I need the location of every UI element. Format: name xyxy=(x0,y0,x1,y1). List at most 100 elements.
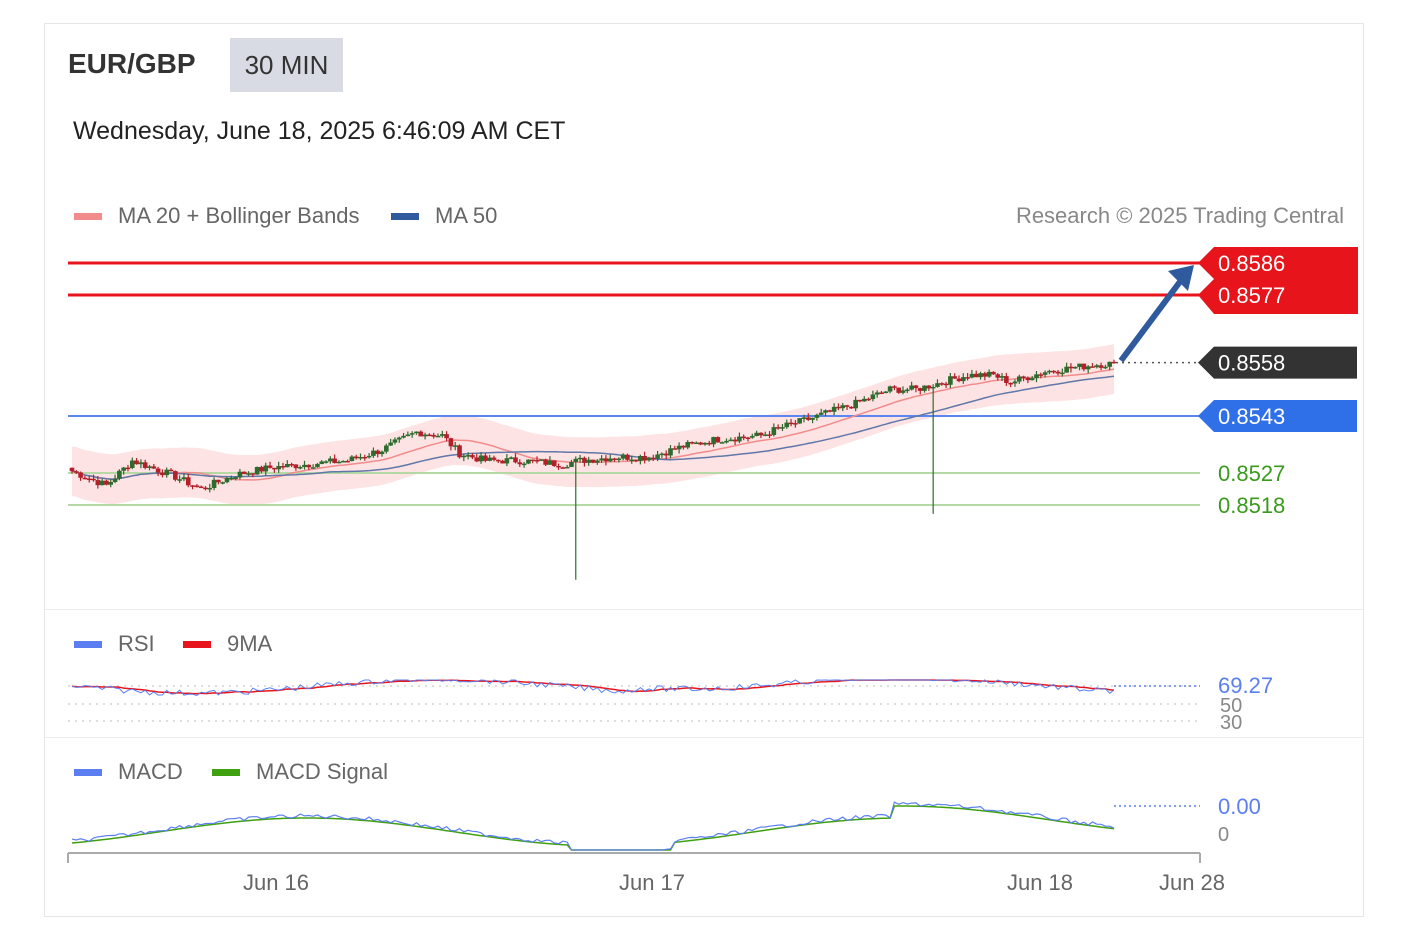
candle-body[interactable] xyxy=(315,463,320,468)
candle-body[interactable] xyxy=(694,442,699,445)
candle-body[interactable] xyxy=(1111,361,1117,364)
candle-body[interactable] xyxy=(99,480,105,486)
candle-body[interactable] xyxy=(1098,365,1104,368)
candle-body[interactable] xyxy=(448,438,454,447)
candle-body[interactable] xyxy=(401,435,406,438)
candle-body[interactable] xyxy=(233,477,238,479)
candle-body[interactable] xyxy=(366,455,372,458)
candle-body[interactable] xyxy=(332,458,337,464)
candle-body[interactable] xyxy=(470,455,475,458)
candle-body[interactable] xyxy=(793,423,798,425)
candle-body[interactable] xyxy=(866,398,871,401)
candle-body[interactable] xyxy=(530,459,536,462)
candle-body[interactable] xyxy=(745,437,751,439)
candle-body[interactable] xyxy=(1021,376,1026,378)
candle-body[interactable] xyxy=(831,406,837,412)
candle-body[interactable] xyxy=(719,442,725,444)
candle-body[interactable] xyxy=(95,480,101,486)
candle-body[interactable] xyxy=(142,462,148,468)
candle-body[interactable] xyxy=(590,459,596,463)
candle-body[interactable] xyxy=(474,457,480,462)
candle-body[interactable] xyxy=(978,373,983,378)
candle-body[interactable] xyxy=(173,471,178,480)
candle-body[interactable] xyxy=(577,457,583,460)
candle-body[interactable] xyxy=(547,460,553,465)
candle-body[interactable] xyxy=(797,418,802,424)
candle-body[interactable] xyxy=(874,392,880,395)
candle-body[interactable] xyxy=(112,478,118,482)
candle-body[interactable] xyxy=(939,383,945,385)
candle-body[interactable] xyxy=(121,467,126,471)
candle-body[interactable] xyxy=(883,391,889,394)
candle-body[interactable] xyxy=(900,390,906,393)
candle-body[interactable] xyxy=(801,417,807,419)
candle-body[interactable] xyxy=(853,399,858,409)
candle-body[interactable] xyxy=(461,455,467,458)
candle-body[interactable] xyxy=(595,460,600,463)
candle-body[interactable] xyxy=(491,457,497,460)
candle-body[interactable] xyxy=(1107,361,1112,367)
candle-body[interactable] xyxy=(905,389,910,392)
candle-body[interactable] xyxy=(280,466,286,468)
candle-body[interactable] xyxy=(465,455,471,457)
candle-body[interactable] xyxy=(771,427,777,436)
candle-body[interactable] xyxy=(810,417,815,420)
candle-body[interactable] xyxy=(207,488,213,490)
candle-body[interactable] xyxy=(1029,378,1035,381)
candle-body[interactable] xyxy=(117,470,122,479)
candle-body[interactable] xyxy=(396,437,402,440)
candle-body[interactable] xyxy=(887,386,893,392)
candle-body[interactable] xyxy=(642,455,647,461)
candle-body[interactable] xyxy=(323,461,329,463)
candle-body[interactable] xyxy=(750,436,755,438)
candle-body[interactable] xyxy=(896,387,902,393)
candle-body[interactable] xyxy=(203,487,208,490)
candle-body[interactable] xyxy=(293,464,299,469)
candle-body[interactable] xyxy=(788,422,794,425)
candle-body[interactable] xyxy=(715,437,721,443)
candle-body[interactable] xyxy=(986,371,992,377)
candle-body[interactable] xyxy=(263,465,269,472)
candle-body[interactable] xyxy=(861,398,867,402)
candle-body[interactable] xyxy=(999,376,1005,378)
candle-body[interactable] xyxy=(732,439,738,442)
candle-body[interactable] xyxy=(267,465,273,468)
candle-body[interactable] xyxy=(336,461,342,464)
candle-body[interactable] xyxy=(551,460,557,466)
candle-body[interactable] xyxy=(211,479,217,489)
candle-body[interactable] xyxy=(297,467,303,469)
candle-body[interactable] xyxy=(108,481,114,485)
candle-body[interactable] xyxy=(586,459,591,463)
candle-body[interactable] xyxy=(513,457,518,463)
candle-body[interactable] xyxy=(780,427,785,429)
candle-body[interactable] xyxy=(616,458,622,461)
candle-body[interactable] xyxy=(452,445,458,447)
candle-body[interactable] xyxy=(784,422,790,428)
candle-body[interactable] xyxy=(384,445,389,452)
candle-body[interactable] xyxy=(534,460,540,462)
candle-body[interactable] xyxy=(241,471,247,475)
candle-body[interactable] xyxy=(310,467,316,469)
candle-body[interactable] xyxy=(633,459,639,462)
candle-body[interactable] xyxy=(375,450,381,455)
candle-body[interactable] xyxy=(698,442,703,445)
candle-body[interactable] xyxy=(1077,363,1082,367)
candle-body[interactable] xyxy=(340,460,346,463)
candle-body[interactable] xyxy=(823,410,828,413)
candle-body[interactable] xyxy=(284,464,290,468)
candle-body[interactable] xyxy=(74,471,79,473)
candle-body[interactable] xyxy=(930,386,936,389)
candle-body[interactable] xyxy=(129,460,135,468)
candle-body[interactable] xyxy=(1085,366,1091,370)
candle-body[interactable] xyxy=(91,478,96,481)
candle-body[interactable] xyxy=(194,485,200,488)
candle-body[interactable] xyxy=(956,378,962,382)
candle-body[interactable] xyxy=(818,412,824,415)
candle-body[interactable] xyxy=(1008,382,1013,385)
candle-body[interactable] xyxy=(224,477,230,483)
candle-body[interactable] xyxy=(349,456,355,461)
candle-body[interactable] xyxy=(1034,374,1039,379)
candle-body[interactable] xyxy=(969,373,975,378)
candle-body[interactable] xyxy=(409,433,415,435)
candle-body[interactable] xyxy=(371,450,376,456)
